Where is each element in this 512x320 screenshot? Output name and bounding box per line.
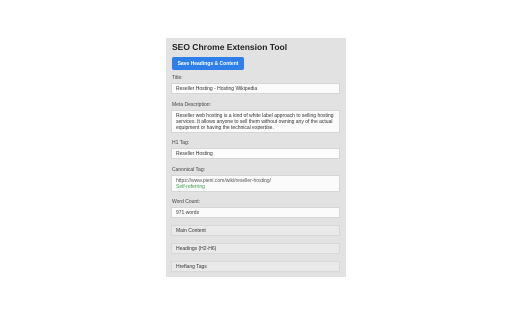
h1-tag-field[interactable]: Reseller Hosting [171,148,340,159]
save-headings-content-button[interactable]: Save Headings & Content [172,57,244,70]
meta-description-label: Meta Description: [172,102,211,108]
section-main-content[interactable]: Main Content [171,225,340,236]
section-headings[interactable]: Headings (H2-H6) [171,243,340,254]
word-count-label: Word Count: [172,199,200,205]
app-title: SEO Chrome Extension Tool [172,42,288,52]
canonical-status: Self-referring [176,184,205,190]
h1-tag-label: H1 Tag: [172,140,190,146]
section-hreflang-tags[interactable]: Hreflang Tags [171,261,340,272]
extension-panel: SEO Chrome Extension Tool Save Headings … [166,38,346,277]
word-count-field: 971 words [171,207,340,218]
meta-description-field[interactable]: Reseller web hosting is a kind of white … [171,110,340,133]
canonical-tag-field[interactable]: https://www.pieni.com/wiki/reseller-host… [171,175,340,192]
title-label: Title: [172,75,183,81]
canonical-tag-label: Canonical Tag: [172,167,205,173]
title-field[interactable]: Reseller Hosting - Hosting Wikipedia [171,83,340,94]
